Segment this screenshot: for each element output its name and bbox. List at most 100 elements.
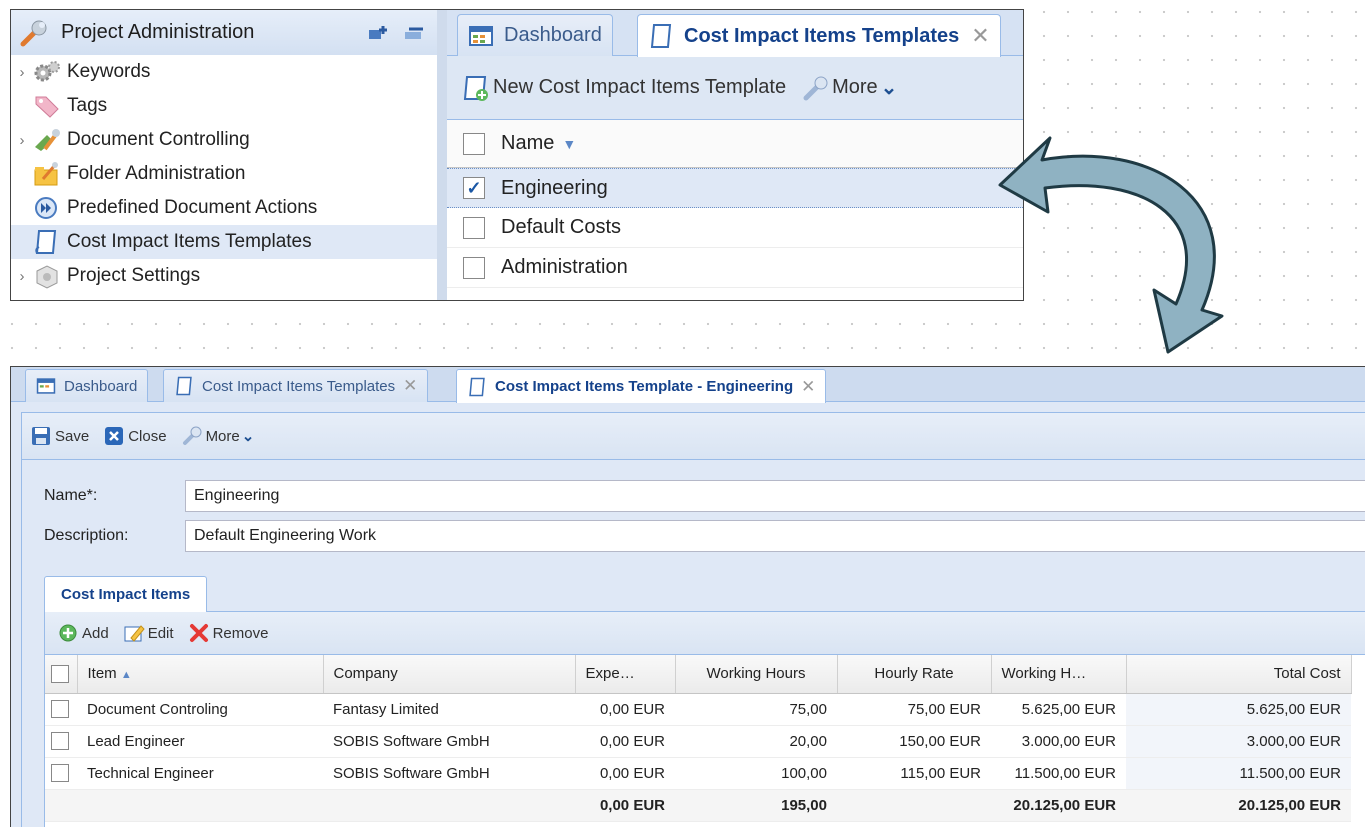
- more-menu-button[interactable]: More ⌄: [181, 425, 255, 447]
- summary-row: 0,00 EUR 195,00 20.125,00 EUR 20.125,00 …: [45, 788, 1351, 822]
- collapse-all-icon[interactable]: [403, 24, 425, 42]
- col-company[interactable]: Company: [323, 655, 576, 694]
- chevron-down-icon: ⌄: [241, 428, 255, 445]
- edit-button[interactable]: Edit: [123, 622, 174, 644]
- edit-icon: [124, 625, 145, 642]
- cell-hours: 20,00: [675, 725, 837, 758]
- sum-hours: 195,00: [675, 788, 837, 822]
- row-checkbox[interactable]: [51, 700, 69, 719]
- tab-cost-impact-items-templates[interactable]: Cost Impact Items Templates ✕: [163, 369, 429, 402]
- tree-item-predefined-document-actions[interactable]: Predefined Document Actions: [11, 191, 437, 225]
- col-expenses[interactable]: Expe…: [575, 655, 676, 694]
- tab-strip: Dashboard Cost Impact Items Templates ✕: [447, 10, 1023, 57]
- list-row[interactable]: Default Costs: [447, 208, 1023, 248]
- chevron-right-icon[interactable]: ›: [11, 132, 33, 149]
- sort-desc-icon[interactable]: ▼: [562, 136, 576, 152]
- close-icon[interactable]: ✕: [403, 376, 417, 396]
- tree-item-project-settings[interactable]: › Project Settings: [11, 259, 437, 293]
- new-template-icon: [463, 75, 488, 101]
- tree-item-tags[interactable]: Tags: [11, 89, 437, 123]
- row-checkbox[interactable]: ✓: [463, 177, 485, 199]
- row-name: Administration: [501, 256, 628, 278]
- sum-work-cost: 20.125,00 EUR: [991, 788, 1126, 822]
- tab-template-engineering[interactable]: Cost Impact Items Template - Engineering…: [456, 369, 827, 403]
- name-row: Name*: Engineering: [22, 480, 1365, 512]
- close-box-icon: [105, 427, 124, 445]
- col-working-hours-cost[interactable]: Working H…: [991, 655, 1127, 694]
- list-row[interactable]: ✓ Engineering: [447, 168, 1023, 208]
- cell-company: SOBIS Software GmbH: [323, 757, 575, 790]
- tab-cost-impact-items[interactable]: Cost Impact Items: [44, 576, 208, 612]
- section-tabbar: Cost Impact Items: [44, 576, 1365, 612]
- col-item[interactable]: Item ▲: [77, 655, 324, 694]
- row-checkbox[interactable]: [463, 256, 485, 279]
- save-button[interactable]: Save: [30, 425, 89, 447]
- template-icon: [176, 376, 192, 396]
- remove-button[interactable]: Remove: [188, 622, 269, 644]
- tree-item-label: Tags: [67, 95, 108, 116]
- chevron-right-icon[interactable]: ›: [11, 64, 33, 81]
- chevron-right-icon[interactable]: ›: [11, 268, 33, 285]
- tree-item-label: Document Controlling: [67, 129, 250, 150]
- col-working-hours[interactable]: Working Hours: [675, 655, 838, 694]
- sum-total: 20.125,00 EUR: [1126, 788, 1351, 822]
- tab-dashboard[interactable]: Dashboard: [25, 369, 149, 402]
- more-menu-button[interactable]: More ⌄: [800, 74, 897, 102]
- tab-dashboard[interactable]: Dashboard: [457, 14, 613, 56]
- cell-company: Fantasy Limited: [323, 693, 575, 726]
- select-all-checkbox[interactable]: [51, 664, 69, 683]
- admin-tree-panel: Project Administration › Keywords Tags ›…: [11, 10, 447, 300]
- col-hourly-rate[interactable]: Hourly Rate: [837, 655, 992, 694]
- row-name: Engineering: [501, 176, 608, 199]
- new-template-button[interactable]: New Cost Impact Items Template: [461, 74, 786, 102]
- description-field[interactable]: Default Engineering Work: [185, 520, 1365, 552]
- list-row[interactable]: Administration: [447, 248, 1023, 288]
- table-row[interactable]: Lead Engineer SOBIS Software GmbH 0,00 E…: [45, 725, 1351, 758]
- table-row[interactable]: Technical Engineer SOBIS Software GmbH 0…: [45, 757, 1351, 790]
- tab-label: Cost Impact Items Template - Engineering: [495, 378, 794, 395]
- wrench-icon: [803, 76, 828, 100]
- cost-items-grid: Item ▲ Company Expe… Working Hours Hourl…: [45, 655, 1352, 822]
- row-checkbox[interactable]: [51, 732, 69, 751]
- row-checkbox[interactable]: [463, 216, 485, 239]
- remove-label: Remove: [212, 624, 269, 642]
- cell-total: 11.500,00 EUR: [1126, 757, 1351, 790]
- tree-item-label: Cost Impact Items Templates: [67, 231, 312, 252]
- folder-admin-icon: [34, 162, 58, 186]
- name-field[interactable]: Engineering: [185, 480, 1365, 512]
- tree-item-folder-administration[interactable]: Folder Administration: [11, 157, 437, 191]
- add-label: Add: [82, 624, 109, 642]
- close-icon[interactable]: ✕: [971, 23, 989, 49]
- tree-item-label: Keywords: [67, 61, 151, 82]
- cell-total: 5.625,00 EUR: [1126, 693, 1351, 726]
- add-button[interactable]: Add: [57, 622, 109, 644]
- splitter[interactable]: [437, 10, 447, 300]
- col-total-cost[interactable]: Total Cost: [1126, 655, 1352, 694]
- tab-strip: Dashboard Cost Impact Items Templates ✕ …: [11, 367, 1365, 403]
- close-icon[interactable]: ✕: [801, 377, 815, 397]
- cell-item: Lead Engineer: [77, 725, 323, 758]
- tree-item-cost-impact-items-templates[interactable]: Cost Impact Items Templates: [11, 225, 437, 259]
- name-column-header[interactable]: Name: [501, 132, 554, 155]
- tree-item-label: Project Settings: [67, 265, 201, 286]
- row-checkbox[interactable]: [51, 764, 69, 783]
- tree-title: Project Administration: [61, 21, 255, 43]
- table-row[interactable]: Document Controling Fantasy Limited 0,00…: [45, 693, 1351, 726]
- templates-list-screenshot: Project Administration › Keywords Tags ›…: [10, 9, 1024, 301]
- close-label: Close: [128, 427, 167, 445]
- tab-cost-impact-items-templates[interactable]: Cost Impact Items Templates ✕: [637, 14, 1001, 57]
- tree-item-document-controlling[interactable]: › Document Controlling: [11, 123, 437, 157]
- tag-icon: [35, 96, 59, 118]
- document-controlling-icon: [35, 129, 60, 151]
- tree-item-label: Predefined Document Actions: [67, 197, 318, 218]
- select-all-checkbox[interactable]: [463, 132, 485, 155]
- fast-forward-icon: [35, 197, 57, 219]
- more-label: More: [832, 76, 878, 98]
- sort-asc-icon: ▲: [120, 669, 132, 682]
- expand-all-icon[interactable]: [367, 24, 389, 42]
- tree-item-keywords[interactable]: › Keywords: [11, 55, 437, 89]
- add-icon: [59, 624, 77, 642]
- close-button[interactable]: Close: [103, 425, 167, 447]
- tree-item-label: Folder Administration: [67, 163, 246, 184]
- cell-item: Document Controling: [77, 693, 323, 726]
